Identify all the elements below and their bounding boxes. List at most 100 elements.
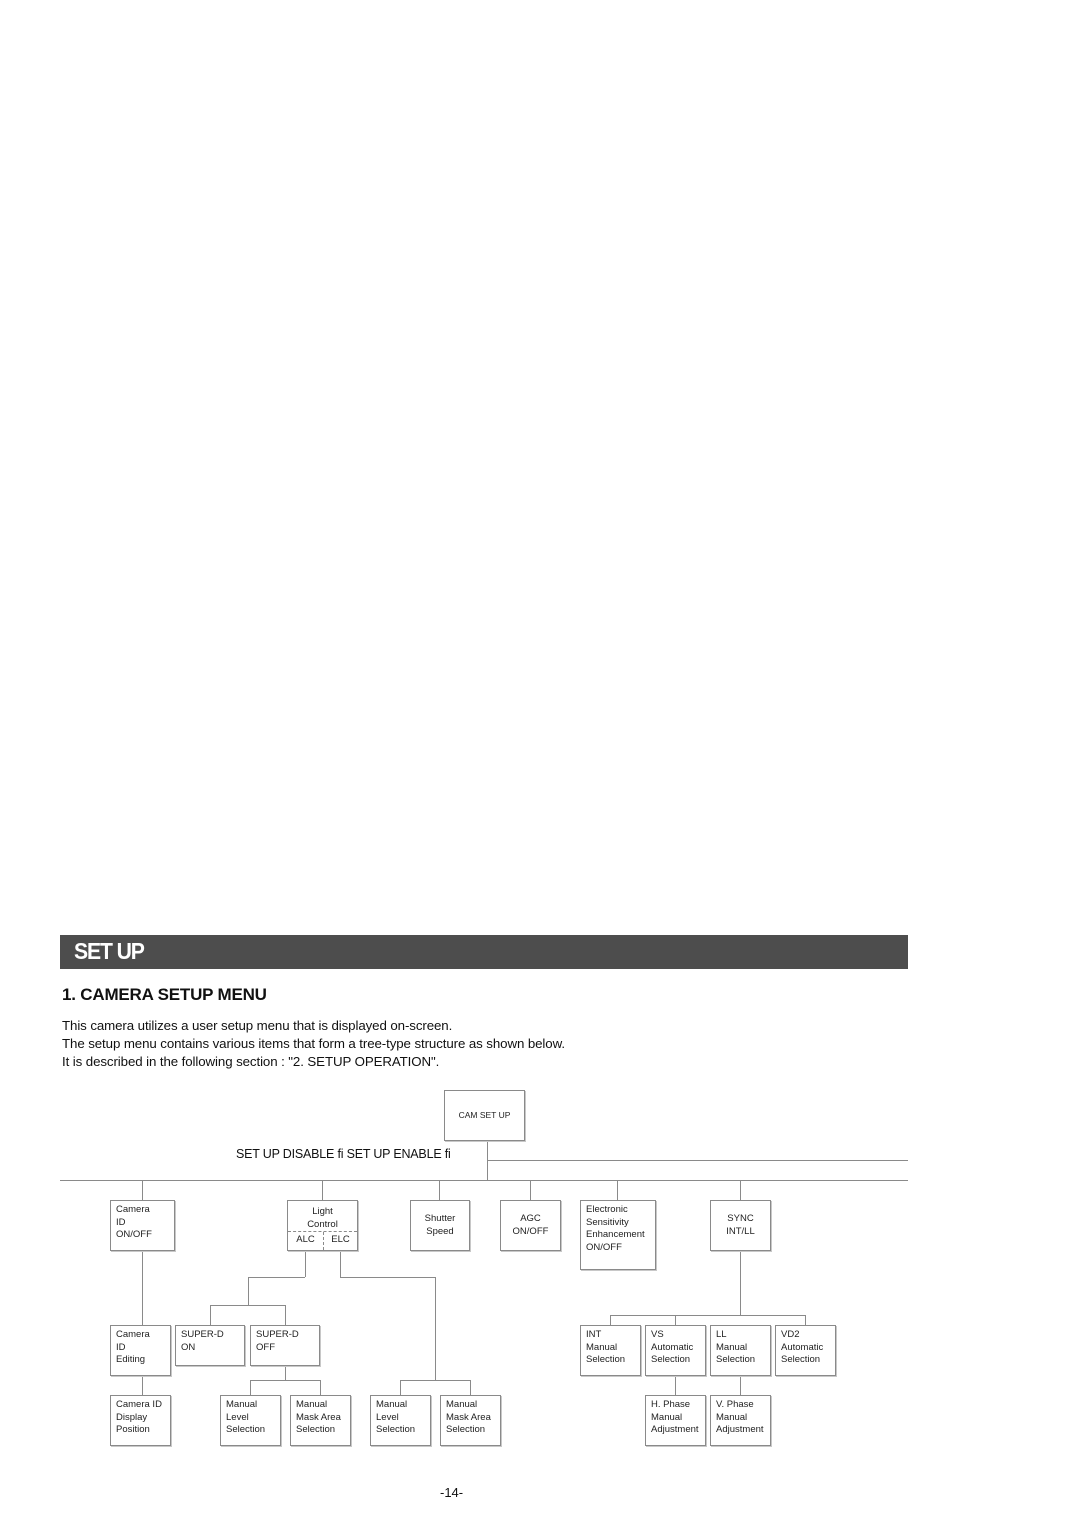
- node-label: Camera: [116, 1204, 150, 1215]
- node-label: INT/LL: [726, 1225, 755, 1237]
- node-label: SUPER-D: [181, 1329, 224, 1340]
- connector: [250, 1380, 320, 1381]
- connector: [610, 1315, 611, 1325]
- intro-paragraph-2: The setup menu contains various items th…: [62, 1036, 565, 1051]
- node-label: Selection: [446, 1424, 486, 1435]
- node-label: VD2: [781, 1329, 800, 1340]
- node-v-phase-manual-adjustment: V. Phase Manual Adjustment: [710, 1395, 771, 1446]
- connector: [142, 1375, 143, 1395]
- connector: [400, 1380, 470, 1381]
- node-label: OFF: [256, 1341, 275, 1353]
- node-label: Enhancement: [586, 1229, 645, 1240]
- intro-paragraph-3: It is described in the following section…: [62, 1054, 440, 1069]
- node-super-d-on: SUPER-D ON: [175, 1325, 245, 1366]
- node-sync-int-ll: SYNC INT/LL: [710, 1200, 771, 1251]
- connector: [285, 1305, 286, 1325]
- connector: [740, 1250, 741, 1315]
- node-label: Manual: [376, 1399, 408, 1410]
- node-label: V. Phase: [716, 1399, 754, 1410]
- connector: [400, 1380, 401, 1395]
- node-camera-id-display-position: Camera ID Display Position: [110, 1395, 171, 1446]
- node-shutter-speed: Shutter Speed: [410, 1200, 470, 1251]
- connector: [142, 1180, 143, 1200]
- light-control-elc: ELC: [331, 1234, 350, 1245]
- node-label: Selection: [651, 1354, 691, 1365]
- connector: [340, 1277, 435, 1278]
- node-label: H. Phase: [651, 1399, 691, 1410]
- node-label: Display: [116, 1411, 148, 1423]
- node-agc-on-off: AGC ON/OFF: [500, 1200, 561, 1251]
- connector: [60, 1180, 908, 1181]
- node-vd2-automatic-selection: VD2 Automatic Selection: [775, 1325, 836, 1376]
- node-label: Camera: [116, 1329, 150, 1340]
- node-label: ON/OFF: [116, 1229, 152, 1240]
- connector: [530, 1180, 531, 1200]
- node-label: Light: [312, 1206, 333, 1217]
- node-label: ON/OFF: [586, 1241, 622, 1253]
- page-heading: 1. CAMERA SETUP MENU: [62, 985, 267, 1004]
- node-label: Selection: [226, 1424, 266, 1435]
- connector: [805, 1315, 806, 1325]
- connector: [675, 1315, 676, 1325]
- node-label: Selection: [716, 1354, 756, 1365]
- node-h-phase-manual-adjustment: H. Phase Manual Adjustment: [645, 1395, 706, 1446]
- section-banner-title: SET UP: [74, 938, 145, 964]
- node-light-control: Light Control ALC ELC: [287, 1200, 358, 1251]
- node-label: Manual: [296, 1399, 328, 1410]
- node-label: Control: [307, 1218, 338, 1230]
- node-label: Mask Area: [446, 1411, 491, 1423]
- node-elc-manual-mask-area-selection: Manual Mask Area Selection: [440, 1395, 501, 1446]
- connector: [305, 1250, 306, 1277]
- connector: [210, 1305, 286, 1306]
- connector: [675, 1375, 676, 1395]
- page-number: -14-: [440, 1485, 464, 1500]
- connector: [740, 1375, 741, 1395]
- node-label: Manual: [716, 1411, 748, 1423]
- node-vs-automatic-selection: VS Automatic Selection: [645, 1325, 706, 1376]
- section-banner: SET UP: [60, 935, 908, 969]
- node-label: Electronic: [586, 1204, 628, 1215]
- node-label: SUPER-D: [256, 1329, 299, 1340]
- connector: [142, 1250, 143, 1325]
- node-alc-manual-mask-area-selection: Manual Mask Area Selection: [290, 1395, 351, 1446]
- node-label: CAM SET UP: [458, 1110, 511, 1121]
- node-label: Selection: [586, 1354, 626, 1365]
- connector: [439, 1180, 440, 1200]
- node-label: ID: [116, 1216, 126, 1228]
- setup-enable-disable-label: SET UP DISABLE fi SET UP ENABLE fi: [236, 1147, 451, 1161]
- node-label: Automatic: [781, 1341, 824, 1353]
- node-ll-manual-selection: LL Manual Selection: [710, 1325, 771, 1376]
- node-label: Sensitivity: [586, 1216, 629, 1228]
- node-label: LL: [716, 1329, 727, 1340]
- node-super-d-off: SUPER-D OFF: [250, 1325, 320, 1366]
- connector: [610, 1315, 805, 1316]
- connector: [487, 1160, 908, 1161]
- node-label: Manual: [716, 1341, 748, 1353]
- node-label: Manual: [446, 1399, 478, 1410]
- node-electronic-sensitivity-enhancement: Electronic Sensitivity Enhancement ON/OF…: [580, 1200, 656, 1270]
- node-label: Selection: [376, 1424, 416, 1435]
- node-label: Mask Area: [296, 1411, 341, 1423]
- node-label: SYNC: [727, 1213, 754, 1224]
- node-camera-id-on-off: Camera ID ON/OFF: [110, 1200, 175, 1251]
- node-label: Manual: [651, 1411, 683, 1423]
- node-label: Automatic: [651, 1341, 694, 1353]
- connector: [250, 1380, 251, 1395]
- connector: [470, 1380, 471, 1395]
- node-label: Manual: [226, 1399, 258, 1410]
- connector: [285, 1365, 286, 1380]
- node-label: ID: [116, 1341, 126, 1353]
- light-control-alc: ALC: [296, 1234, 315, 1245]
- node-cam-set-up: CAM SET UP: [444, 1090, 525, 1141]
- connector: [322, 1180, 323, 1200]
- node-elc-manual-level-selection: Manual Level Selection: [370, 1395, 431, 1446]
- node-label: Speed: [426, 1225, 454, 1237]
- node-label: Level: [376, 1411, 399, 1423]
- connector: [210, 1305, 211, 1325]
- connector: [248, 1277, 249, 1305]
- connector: [617, 1180, 618, 1200]
- node-label: Adjustment: [651, 1424, 699, 1435]
- node-label: Shutter: [424, 1213, 456, 1224]
- node-label: VS: [651, 1329, 664, 1340]
- node-int-manual-selection: INT Manual Selection: [580, 1325, 641, 1376]
